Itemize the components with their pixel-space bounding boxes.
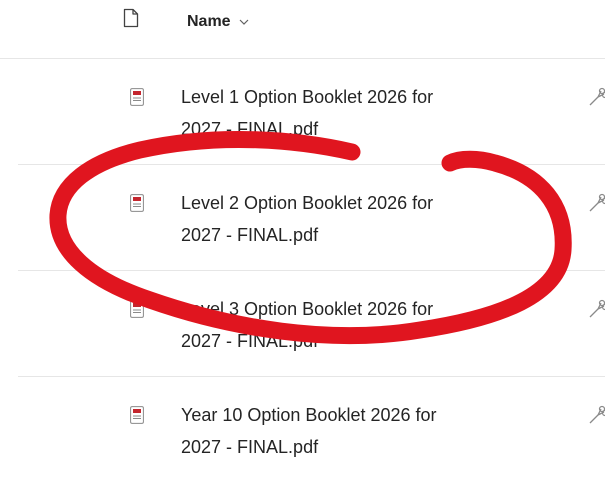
file-name-line: Year 10 Option Booklet 2026 for <box>181 405 437 425</box>
share-icon[interactable] <box>588 193 605 213</box>
pdf-file-icon <box>130 194 144 212</box>
file-name-line: 2027 - FINAL.pdf <box>181 331 319 351</box>
name-column-header[interactable]: Name <box>187 13 249 31</box>
document-icon[interactable] <box>123 8 139 33</box>
file-name-line: Level 2 Option Booklet 2026 for <box>181 193 434 213</box>
share-icon[interactable] <box>588 87 605 107</box>
file-name-line: Level 1 Option Booklet 2026 for <box>181 87 434 107</box>
file-name-line: Level 3 Option Booklet 2026 for <box>181 299 434 319</box>
file-name-line: 2027 - FINAL.pdf <box>181 119 319 139</box>
chevron-down-icon[interactable] <box>239 16 249 28</box>
file-name[interactable]: Level 2 Option Booklet 2026 for 2027 - F… <box>181 187 521 251</box>
file-name[interactable]: Level 3 Option Booklet 2026 for 2027 - F… <box>181 293 521 357</box>
file-row[interactable]: Level 2 Option Booklet 2026 for 2027 - F… <box>18 165 605 271</box>
share-icon[interactable] <box>588 299 605 319</box>
name-column-label: Name <box>187 13 231 30</box>
pdf-file-icon <box>130 406 144 424</box>
column-header-row: Name <box>0 0 605 59</box>
file-name-line: 2027 - FINAL.pdf <box>181 225 319 245</box>
pdf-file-icon <box>130 88 144 106</box>
pdf-file-icon <box>130 300 144 318</box>
file-row[interactable]: Level 1 Option Booklet 2026 for 2027 - F… <box>18 59 605 165</box>
file-name-line: 2027 - FINAL.pdf <box>181 437 319 457</box>
file-row[interactable]: Level 3 Option Booklet 2026 for 2027 - F… <box>18 271 605 377</box>
file-name[interactable]: Level 1 Option Booklet 2026 for 2027 - F… <box>181 81 521 145</box>
file-row[interactable]: Year 10 Option Booklet 2026 for 2027 - F… <box>18 377 605 480</box>
file-list-page: Name Level 1 Option Booklet 2026 for 202… <box>0 0 605 480</box>
file-name[interactable]: Year 10 Option Booklet 2026 for 2027 - F… <box>181 399 521 463</box>
share-icon[interactable] <box>588 405 605 425</box>
